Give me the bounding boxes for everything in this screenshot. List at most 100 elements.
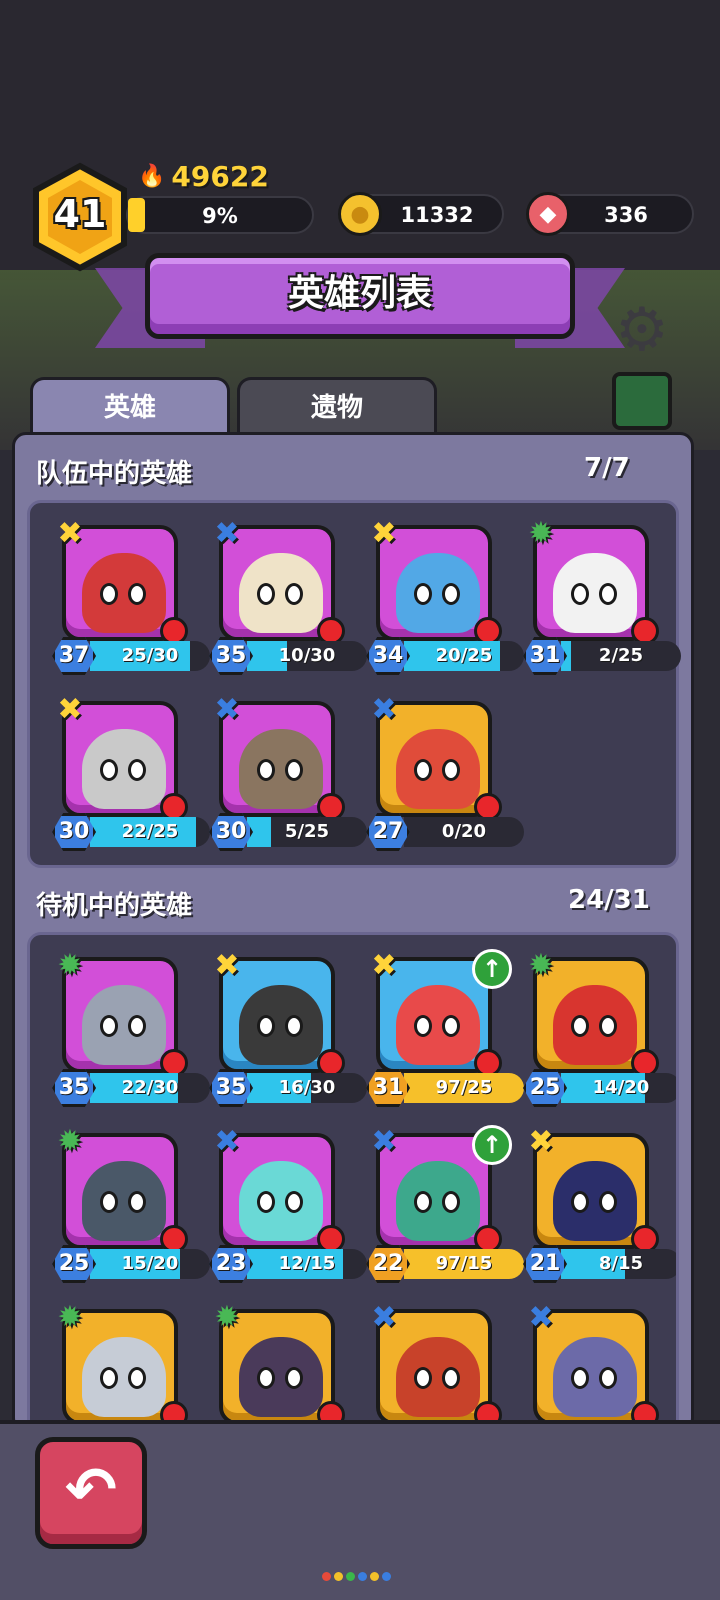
nav-dot: [382, 1572, 391, 1581]
mail-icon[interactable]: [612, 372, 672, 430]
nav-dot: [322, 1572, 331, 1581]
hero-eye: [599, 1367, 617, 1389]
hero-eye: [442, 1367, 460, 1389]
hero-eye: [571, 1191, 589, 1213]
nav-dot: [334, 1572, 343, 1581]
hero-progress-text: 97/25: [435, 1077, 493, 1098]
hero-eye: [414, 1191, 432, 1213]
hero-card[interactable]: ✖ 30 5/25: [207, 692, 367, 853]
hero-card[interactable]: ✹ 25 14/20: [521, 948, 676, 1109]
hero-eye: [571, 1015, 589, 1037]
hero-eye: [128, 583, 146, 605]
hero-card[interactable]: ✖ 21 8/15: [521, 1124, 676, 1285]
hero-card[interactable]: ✖ 35 16/30: [207, 948, 367, 1109]
bench-section-title: 待机中的英雄: [36, 891, 193, 921]
nav-dot: [358, 1572, 367, 1581]
hero-progress-bar: 20/25: [404, 641, 524, 671]
hero-face: [239, 553, 323, 633]
green-rank-icon: ✹: [57, 1123, 83, 1159]
hero-eye: [285, 1015, 303, 1037]
nav-dot: [346, 1572, 355, 1581]
hero-eye: [285, 583, 303, 605]
hero-card[interactable]: ✖ 23 12/15: [207, 1124, 367, 1285]
hero-progress-bar: 5/25: [247, 817, 367, 847]
hero-card[interactable]: ✹ 25 15/20: [50, 1124, 210, 1285]
upgrade-arrow-icon: ↑: [472, 949, 512, 989]
hero-progress-text: 14/20: [592, 1077, 650, 1098]
back-button[interactable]: ↶: [35, 1437, 147, 1549]
hero-face: [396, 1161, 480, 1241]
hero-eye: [599, 1191, 617, 1213]
hero-eye: [257, 759, 275, 781]
hero-eye: [442, 1015, 460, 1037]
hero-eye: [128, 1015, 146, 1037]
gold-rank-icon: ✖: [57, 515, 83, 551]
blue-rank-icon: ✖: [371, 1299, 397, 1335]
power-value: 49622: [171, 160, 269, 193]
bench-hero-grid: ✹ 35 22/30 ✖ 35 16/30 ✖ ↑ 31 97/25 ✹ 25 14/20 ✹ 25 15/2…: [27, 932, 679, 1452]
hero-eye: [414, 583, 432, 605]
hero-card[interactable]: ✖ 34 20/25: [364, 516, 524, 677]
hero-progress-text: 97/15: [435, 1253, 493, 1274]
hero-eye: [100, 1015, 118, 1037]
hero-eye: [100, 1191, 118, 1213]
hero-progress-bar: 0/20: [404, 817, 524, 847]
hero-face: [82, 553, 166, 633]
hero-face: [396, 553, 480, 633]
hero-face: [239, 985, 323, 1065]
hero-card[interactable]: ✖ 37 25/30: [50, 516, 210, 677]
hero-progress-text: 8/15: [598, 1253, 644, 1274]
hero-card[interactable]: ✖ ↑ 31 97/25: [364, 948, 524, 1109]
hero-face: [553, 1337, 637, 1417]
meat-counter[interactable]: ◆ 336: [526, 192, 694, 236]
gold-value: 11332: [400, 203, 474, 227]
hero-progress-text: 12/15: [278, 1253, 336, 1274]
hero-progress-bar: 8/15: [561, 1249, 676, 1279]
hero-eye: [599, 1015, 617, 1037]
title-banner: 英雄列表: [145, 253, 575, 339]
hero-progress-text: 0/20: [441, 821, 487, 842]
hero-eye: [128, 1367, 146, 1389]
hero-progress-bar: 2/25: [561, 641, 681, 671]
hero-eye: [257, 583, 275, 605]
player-level: 41: [53, 192, 107, 236]
gold-rank-icon: ✖: [528, 1123, 554, 1159]
gold-rank-icon: ✖: [57, 691, 83, 727]
hero-card[interactable]: ✖ 30 22/25: [50, 692, 210, 853]
hero-progress-text: 2/25: [598, 645, 644, 666]
hero-progress-bar: 25/30: [90, 641, 210, 671]
gold-counter[interactable]: ● 11332: [338, 192, 504, 236]
hero-eye: [257, 1015, 275, 1037]
player-level-badge[interactable]: 41: [30, 162, 130, 272]
hero-progress-bar: 14/20: [561, 1073, 676, 1103]
hero-eye: [442, 759, 460, 781]
tab-relics[interactable]: 遗物: [237, 377, 437, 437]
hero-eye: [414, 759, 432, 781]
blue-rank-icon: ✖: [214, 1123, 240, 1159]
hero-face: [239, 1161, 323, 1241]
green-rank-icon: ✹: [528, 515, 554, 551]
hero-eye: [285, 759, 303, 781]
gear-icon[interactable]: ⚙: [615, 295, 669, 365]
hero-eye: [285, 1367, 303, 1389]
hero-face: [553, 553, 637, 633]
hero-progress-text: 15/20: [121, 1253, 179, 1274]
hero-eye: [100, 759, 118, 781]
hero-face: [396, 1337, 480, 1417]
hero-eye: [100, 583, 118, 605]
hero-card[interactable]: ✹ 35 22/30: [50, 948, 210, 1109]
hero-eye: [128, 759, 146, 781]
blue-rank-icon: ✖: [214, 691, 240, 727]
gold-rank-icon: ✖: [214, 947, 240, 983]
hero-eye: [285, 1191, 303, 1213]
hero-card[interactable]: ✖ ↑ 22 97/15: [364, 1124, 524, 1285]
hero-card[interactable]: ✹ 31 2/25: [521, 516, 681, 677]
hero-progress-bar: 10/30: [247, 641, 367, 671]
power-display: 🔥 49622: [138, 160, 269, 193]
hero-face: [239, 1337, 323, 1417]
hero-card[interactable]: ✖ 27 0/20: [364, 692, 524, 853]
tab-heroes[interactable]: 英雄: [30, 377, 230, 437]
team-hero-grid: ✖ 37 25/30 ✖ 35 10/30 ✖ 34 20/25 ✹ 31 2/25 ✖ 30 22/25 ✖…: [27, 500, 681, 868]
hero-card[interactable]: ✖ 35 10/30: [207, 516, 367, 677]
team-section-title: 队伍中的英雄: [36, 459, 193, 489]
